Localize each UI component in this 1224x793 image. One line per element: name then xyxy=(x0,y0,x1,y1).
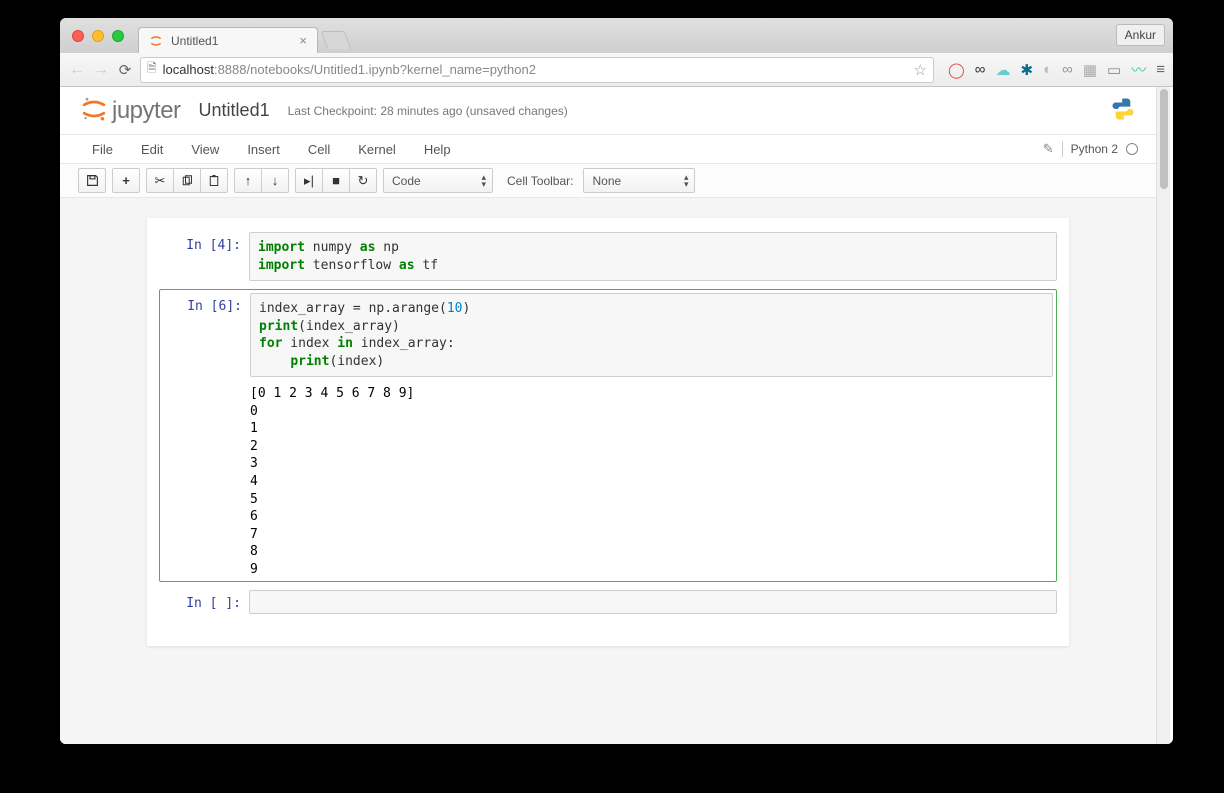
forward-button[interactable]: → xyxy=(92,61,110,79)
mask-ext-icon[interactable]: ∞ xyxy=(975,61,986,78)
notebook-header: jupyter Untitled1 Last Checkpoint: 28 mi… xyxy=(60,87,1156,134)
box-ext-icon[interactable]: ▦ xyxy=(1083,61,1097,79)
cell-type-select[interactable]: Code ▴▾ xyxy=(383,168,493,193)
chevron-updown-icon: ▴▾ xyxy=(684,174,689,188)
code-input[interactable]: import numpy as np import tensorflow as … xyxy=(249,232,1057,281)
code-input[interactable]: index_array = np.arange(10) print(index_… xyxy=(250,293,1053,377)
notebook-title[interactable]: Untitled1 xyxy=(199,100,270,121)
page-scrollbar[interactable] xyxy=(1156,87,1170,744)
checkpoint-status: Last Checkpoint: 28 minutes ago (unsaved… xyxy=(288,104,568,118)
code-cell[interactable]: In [ ]: xyxy=(159,590,1057,614)
interrupt-button[interactable]: ■ xyxy=(322,168,350,193)
code-cell[interactable]: In [6]: index_array = np.arange(10) prin… xyxy=(159,289,1057,582)
wave-ext-icon[interactable]: 〰 xyxy=(1131,59,1146,80)
chevron-updown-icon: ▴▾ xyxy=(481,174,486,188)
paste-button[interactable] xyxy=(200,168,228,193)
menu-cell[interactable]: Cell xyxy=(294,138,344,161)
browser-tab-strip: Untitled1 × Ankur xyxy=(60,18,1173,53)
cell-type-value: Code xyxy=(392,174,421,188)
restart-button[interactable]: ↻ xyxy=(349,168,377,193)
cut-copy-paste-group: ✂ xyxy=(146,168,228,193)
extension-icons: ◯ ∞ ☁ ✱ ◐ ∞ ▦ ▭ 〰 ≡ xyxy=(948,59,1165,80)
menu-file[interactable]: File xyxy=(78,138,127,161)
browser-toolbar: ← → ⟳ 🗎 localhost:8888/notebooks/Untitle… xyxy=(60,53,1173,87)
new-tab-button[interactable] xyxy=(321,31,352,49)
jupyter-page: jupyter Untitled1 Last Checkpoint: 28 mi… xyxy=(60,87,1156,744)
mask2-ext-icon[interactable]: ∞ xyxy=(1062,61,1073,78)
cell-toolbar-label: Cell Toolbar: xyxy=(507,174,573,188)
cell-output: [0 1 2 3 4 5 6 7 8 9] 0 1 2 3 4 5 6 7 8 … xyxy=(250,377,1053,578)
jupyter-wordmark: jupyter xyxy=(112,97,181,125)
notebook-area: In [4]: import numpy as np import tensor… xyxy=(60,198,1156,744)
menu-kernel[interactable]: Kernel xyxy=(344,138,410,161)
url-port: :8888 xyxy=(214,62,247,77)
move-down-button[interactable]: ↓ xyxy=(261,168,289,193)
scrollbar-thumb[interactable] xyxy=(1160,89,1168,189)
run-group: ▸| ■ ↻ xyxy=(295,168,377,193)
chrome-menu-icon[interactable]: ≡ xyxy=(1156,61,1165,78)
kernel-status-icon xyxy=(1126,143,1138,155)
menu-view[interactable]: View xyxy=(177,138,233,161)
bookmark-star-icon[interactable]: ☆ xyxy=(914,61,927,79)
reload-button[interactable]: ⟳ xyxy=(116,61,134,79)
edit-mode-icon[interactable]: ✎ xyxy=(1043,141,1054,157)
minimize-window-button[interactable] xyxy=(92,30,104,42)
separator xyxy=(1062,141,1063,157)
kernel-name[interactable]: Python 2 xyxy=(1071,142,1118,156)
tab-title: Untitled1 xyxy=(171,34,291,48)
cut-button[interactable]: ✂ xyxy=(146,168,174,193)
window-controls xyxy=(72,30,124,42)
move-up-button[interactable]: ↑ xyxy=(234,168,262,193)
browser-tab[interactable]: Untitled1 × xyxy=(138,27,318,53)
notebook-container[interactable]: In [4]: import numpy as np import tensor… xyxy=(147,218,1069,646)
menu-insert[interactable]: Insert xyxy=(233,138,294,161)
menu-edit[interactable]: Edit xyxy=(127,138,177,161)
circle-ext-icon[interactable]: ◐ xyxy=(1043,61,1052,78)
maximize-window-button[interactable] xyxy=(112,30,124,42)
code-input[interactable] xyxy=(249,590,1057,614)
jupyter-logo[interactable]: jupyter xyxy=(80,95,181,126)
notebook-menubar: File Edit View Insert Cell Kernel Help ✎… xyxy=(60,134,1156,164)
input-prompt: In [ ]: xyxy=(159,590,249,614)
site-info-icon[interactable]: 🗎 xyxy=(147,59,157,80)
close-tab-icon[interactable]: × xyxy=(299,33,307,48)
cell-toolbar-select[interactable]: None ▴▾ xyxy=(583,168,695,193)
move-cell-group: ↑ ↓ xyxy=(234,168,289,193)
jupyter-favicon xyxy=(149,34,163,48)
opera-ext-icon[interactable]: ◯ xyxy=(948,61,965,79)
cell-toolbar-value: None xyxy=(592,174,621,188)
address-bar[interactable]: 🗎 localhost:8888/notebooks/Untitled1.ipy… xyxy=(140,57,934,83)
devices-ext-icon[interactable]: ▭ xyxy=(1107,61,1121,79)
notebook-toolbar: + ✂ ↑ ↓ ▸| ■ ↻ Code ▴▾ xyxy=(60,164,1156,198)
browser-window: Untitled1 × Ankur ← → ⟳ 🗎 localhost:8888… xyxy=(60,18,1173,744)
copy-button[interactable] xyxy=(173,168,201,193)
menu-help[interactable]: Help xyxy=(410,138,465,161)
input-prompt: In [6]: xyxy=(163,293,250,377)
profile-button[interactable]: Ankur xyxy=(1116,24,1165,46)
run-button[interactable]: ▸| xyxy=(295,168,323,193)
page-content: jupyter Untitled1 Last Checkpoint: 28 mi… xyxy=(60,87,1173,744)
input-prompt: In [4]: xyxy=(159,232,249,281)
url-path: /notebooks/Untitled1.ipynb?kernel_name=p… xyxy=(247,62,536,77)
atom-ext-icon[interactable]: ✱ xyxy=(1021,61,1034,79)
url-host: localhost xyxy=(163,62,214,77)
ghost-ext-icon[interactable]: ☁ xyxy=(996,61,1011,79)
save-button[interactable] xyxy=(78,168,106,193)
add-cell-button[interactable]: + xyxy=(112,168,140,193)
code-cell[interactable]: In [4]: import numpy as np import tensor… xyxy=(159,232,1057,281)
jupyter-mark-icon xyxy=(80,95,108,126)
close-window-button[interactable] xyxy=(72,30,84,42)
back-button[interactable]: ← xyxy=(68,61,86,79)
python-logo-icon xyxy=(1110,96,1136,125)
